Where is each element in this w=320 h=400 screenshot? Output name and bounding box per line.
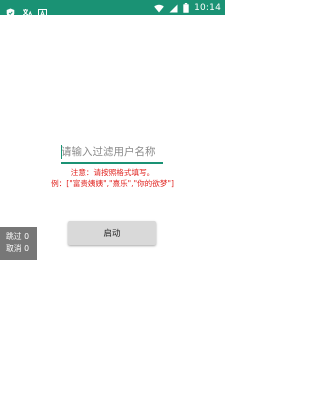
text-cursor — [61, 145, 62, 159]
app-content — [0, 15, 225, 400]
cancel-counter: 取消 0 — [6, 243, 37, 255]
status-bar-left-icons — [6, 2, 47, 18]
skip-count: 0 — [24, 232, 30, 241]
notice-example-text: 例：["富贵姨姨","熹乐","你的欲梦"] — [51, 179, 174, 188]
start-button[interactable]: 启动 — [68, 221, 156, 245]
cancel-label: 取消 — [6, 244, 22, 253]
shield-icon — [6, 3, 15, 18]
translate-icon — [22, 3, 33, 18]
notice-text: 注意：请按照格式填写。 — [70, 168, 155, 177]
input-underline — [61, 162, 163, 164]
skip-counter: 跳过 0 — [6, 231, 37, 243]
filter-username-input[interactable] — [61, 143, 163, 161]
skip-label: 跳过 — [6, 232, 22, 241]
cancel-count: 0 — [24, 244, 30, 253]
text-a-icon — [38, 3, 47, 18]
status-bar: 10:14 — [0, 0, 225, 18]
counter-panel: 跳过 0 取消 0 — [0, 227, 37, 260]
status-time: 10:14 — [194, 2, 221, 13]
status-bar-right-icons: 10:14 — [154, 1, 221, 14]
